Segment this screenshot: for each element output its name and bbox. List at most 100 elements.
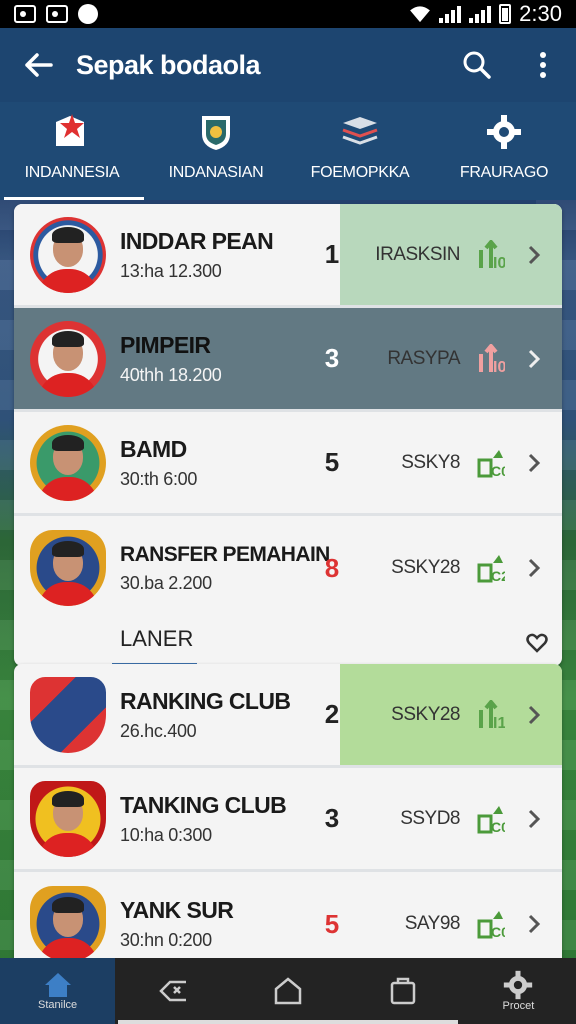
svg-text:I0: I0	[493, 359, 505, 374]
svg-text:I1: I1	[493, 715, 505, 730]
chevron-right-icon[interactable]	[522, 914, 546, 934]
more-options-button[interactable]	[510, 51, 576, 79]
tab-laner[interactable]: LANER	[111, 626, 198, 666]
player-code: IRASKSIN	[375, 243, 460, 265]
club-name: RANKING CLUB	[120, 687, 291, 714]
star-flag-icon	[56, 114, 84, 146]
signal-icon-2	[469, 5, 492, 23]
nav-settings[interactable]: Procet	[461, 958, 576, 1024]
chevron-right-icon[interactable]	[522, 349, 546, 369]
club-code: SSYD8	[400, 807, 460, 829]
back-button[interactable]	[0, 52, 76, 78]
gear-icon	[504, 970, 533, 1000]
trend-up-icon: I0	[466, 239, 516, 270]
app-bar: Sepak bodaola	[0, 28, 576, 102]
svg-text:I0: I0	[493, 255, 505, 270]
list-item[interactable]: BAMD 30:th 6:00 5 SSKY8 C0	[14, 412, 562, 516]
home-icon	[44, 973, 71, 997]
list-item[interactable]: RANSFER PEMAHAIN 30.ba 2.200 8 SSKY28 C2	[14, 516, 562, 620]
svg-text:C0: C0	[491, 819, 505, 834]
status-bar: 2:30	[0, 0, 576, 28]
tab-foemopkka[interactable]: FOEMOPKKA	[288, 102, 432, 200]
list-item[interactable]: RANKING CLUB 26.hc.400 2 SSKY28 I1	[14, 664, 562, 768]
trend-up-icon: C0	[466, 448, 516, 478]
chevron-right-icon[interactable]	[522, 453, 546, 473]
nav-recent-apps[interactable]	[346, 958, 461, 1024]
trend-up-icon: C0	[466, 909, 516, 939]
nav-label: Procet	[502, 1000, 535, 1012]
shield-badge-icon	[202, 116, 230, 150]
gallery-icon	[46, 5, 68, 23]
app-title: Sepak bodaola	[76, 49, 261, 80]
app-notification-icon	[78, 4, 98, 24]
player-avatar	[30, 530, 106, 606]
nav-home-button[interactable]	[230, 958, 345, 1024]
player-detail: 40thh 18.200	[120, 364, 222, 385]
trend-up-icon: C2	[466, 553, 516, 583]
home-outline-icon	[274, 977, 302, 1005]
player-avatar	[30, 216, 106, 293]
chevron-right-icon[interactable]	[522, 809, 546, 829]
trend-up-icon: C0	[466, 804, 516, 834]
club-code: SSKY28	[391, 703, 460, 725]
recent-apps-icon	[390, 977, 416, 1005]
signal-icon	[439, 5, 462, 23]
card-footer: LANER	[14, 620, 562, 666]
club-crest	[30, 676, 106, 753]
player-code: SSKY8	[401, 451, 460, 473]
tab-label: INDANASIAN	[168, 164, 264, 181]
search-button[interactable]	[444, 50, 510, 80]
club-crest	[30, 780, 106, 857]
gesture-bar	[118, 1020, 458, 1024]
notification-image-icon	[14, 5, 36, 23]
player-detail: 30:hn 0:200	[120, 930, 212, 950]
ranking-card-1: INDDAR PEAN 13:ha 12.300 1 IRASKSIN I0 P…	[14, 204, 562, 666]
status-time: 2:30	[519, 1, 562, 26]
gear-icon	[487, 115, 521, 149]
tab-fraurago[interactable]: FRAURAGO	[432, 102, 576, 200]
chevron-right-icon[interactable]	[522, 705, 546, 725]
heart-icon[interactable]	[526, 633, 548, 653]
nav-home[interactable]: Stanilce	[0, 958, 116, 1024]
player-name: INDDAR PEAN	[120, 227, 274, 254]
ranking-card-2: RANKING CLUB 26.hc.400 2 SSKY28 I1 TANKI…	[14, 664, 562, 976]
club-detail: 26.hc.400	[120, 720, 197, 741]
back-icon	[159, 980, 186, 1002]
chevron-right-icon[interactable]	[522, 245, 546, 265]
player-detail: 30:th 6:00	[120, 468, 198, 489]
player-detail: 13:ha 12.300	[120, 260, 222, 281]
tab-indanasian[interactable]: INDANASIAN	[144, 102, 288, 200]
tab-label: FOEMOPKKA	[310, 164, 410, 181]
list-item[interactable]: PIMPEIR 40thh 18.200 3 RASYPA I0	[14, 308, 562, 412]
tab-label: INDANNESIA	[24, 164, 120, 181]
wifi-icon	[410, 6, 431, 23]
search-icon	[463, 51, 491, 79]
player-avatar	[30, 424, 106, 501]
list-item[interactable]: INDDAR PEAN 13:ha 12.300 1 IRASKSIN I0	[14, 204, 562, 308]
player-name: BAMD	[120, 435, 187, 462]
player-name: RANSFER PEMAHAIN	[120, 542, 330, 566]
list-item[interactable]: TANKING CLUB 10:ha 0:300 3 SSYD8 C0	[14, 768, 562, 872]
player-code: RASYPA	[387, 347, 460, 369]
layers-icon	[342, 117, 378, 145]
nav-back[interactable]	[115, 958, 230, 1024]
bottom-navigation: Stanilce Procet	[0, 958, 576, 1024]
more-vert-icon	[540, 52, 546, 78]
player-detail: 30.ba 2.200	[120, 572, 212, 593]
svg-text:C0: C0	[491, 463, 505, 478]
battery-icon	[499, 4, 512, 24]
club-detail: 10:ha 0:300	[120, 824, 212, 845]
tab-bar: INDANNESIA INDANASIAN FOEMOPKKA FRAURAGO	[0, 102, 576, 200]
player-name: PIMPEIR	[120, 331, 211, 358]
svg-text:C0: C0	[491, 924, 505, 939]
chevron-right-icon[interactable]	[522, 558, 546, 578]
club-name: TANKING CLUB	[120, 791, 287, 818]
player-avatar	[30, 320, 106, 397]
tab-label: FRAURAGO	[459, 164, 549, 181]
svg-text:C2: C2	[491, 568, 505, 583]
player-code: SSKY28	[391, 557, 460, 578]
tab-indannesia[interactable]: INDANNESIA	[0, 102, 144, 200]
player-name: YANK SUR	[120, 897, 234, 923]
trend-up-icon: I0	[466, 343, 516, 374]
player-code: SAY98	[404, 913, 461, 934]
